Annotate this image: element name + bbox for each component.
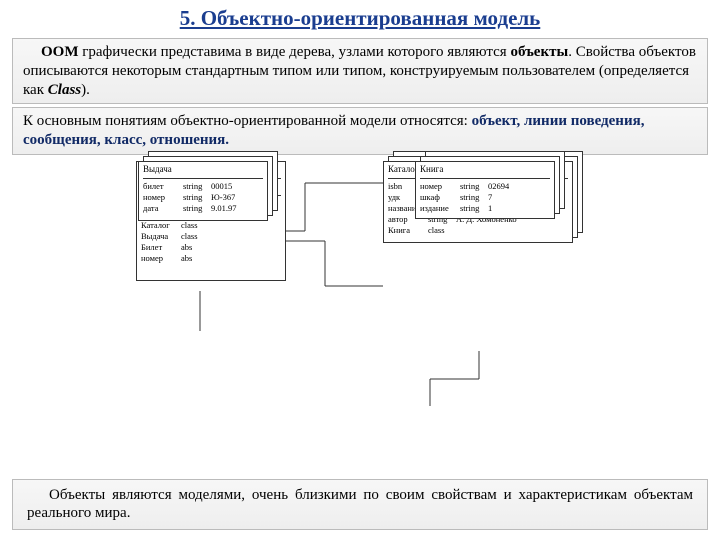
kniga-title: Книга (420, 164, 550, 175)
table-row: Книгаclass (388, 225, 568, 236)
table-row: номерstringЮ-367 (143, 192, 263, 203)
footer-box: Объекты являются моделями, очень близким… (12, 479, 708, 531)
table-row: билетstring00015 (143, 181, 263, 192)
node-kniga: Книга номерstring02694шкафstring7издание… (415, 161, 555, 219)
slide-title: 5. Объектно-ориентированная модель (0, 0, 720, 35)
intro-close: ). (81, 82, 90, 98)
obj-word: объекты (510, 44, 568, 60)
table-row: Каталогclass (141, 220, 281, 231)
node-vydacha: Выдача билетstring00015номерstringЮ-367д… (138, 161, 268, 221)
table-row: номерabs (141, 253, 281, 264)
table-row: номерstring02694 (420, 181, 550, 192)
vydacha-title: Выдача (143, 164, 263, 175)
footer-text: Объекты являются моделями, очень близким… (27, 487, 693, 522)
intro-box: ООМ графически представима в виде дерева… (12, 38, 708, 104)
diagram: Библиотека свойство тип значение районst… (100, 161, 620, 471)
class-word: Class (48, 82, 81, 98)
table-row: датаstring9.01.97 (143, 203, 263, 214)
concepts-a: К основным понятиям объектно-ориентирова… (23, 113, 472, 129)
table-row: Билетabs (141, 242, 281, 253)
table-row: Выдачаclass (141, 231, 281, 242)
oom-abbr: ООМ (41, 44, 79, 60)
intro-text-1: графически представима в виде дерева, уз… (79, 44, 511, 60)
table-row: шкафstring7 (420, 192, 550, 203)
table-row: изданиеstring1 (420, 203, 550, 214)
concepts-box: К основным понятиям объектно-ориентирова… (12, 107, 708, 155)
